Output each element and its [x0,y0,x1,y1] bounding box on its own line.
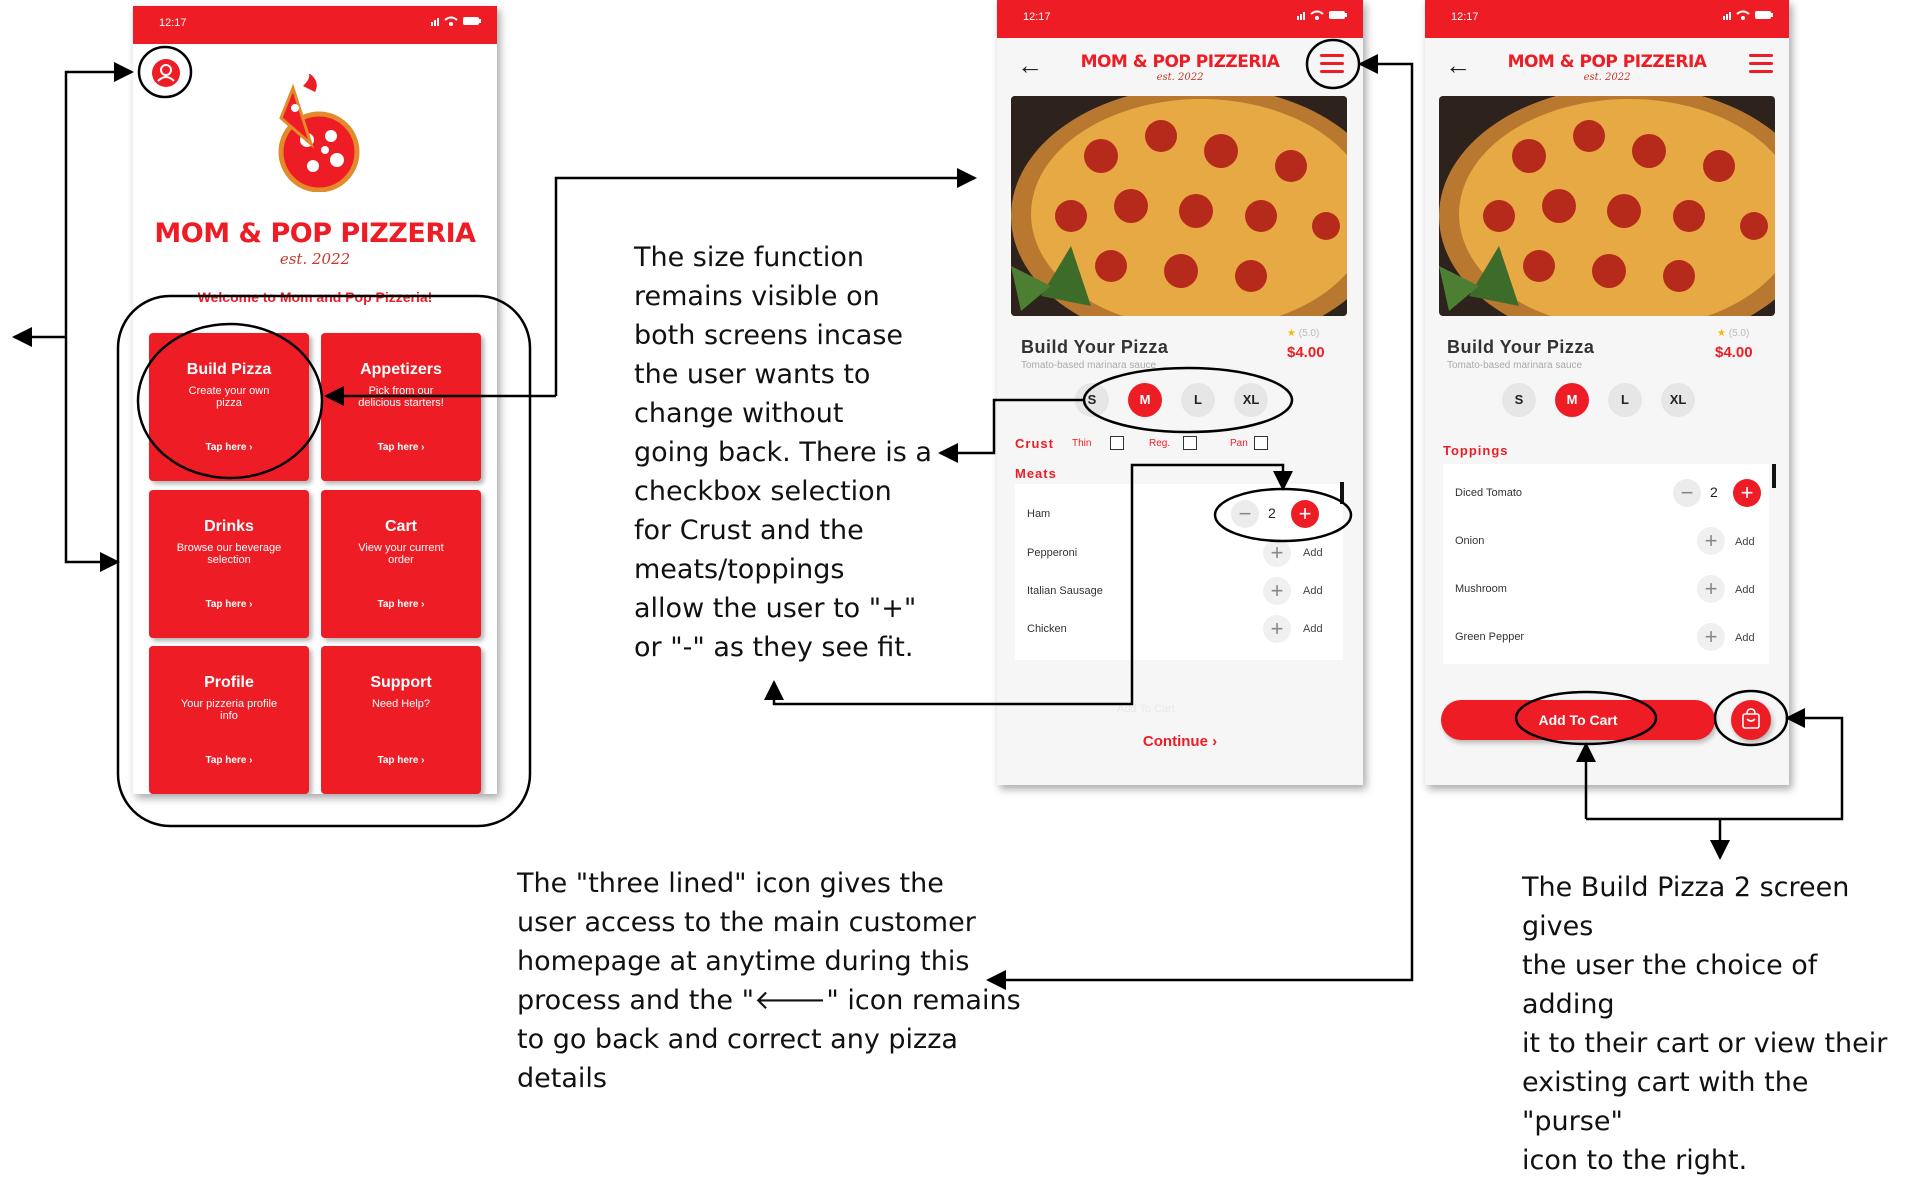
annotation-line: both screens incase [634,320,904,351]
build-pizza-highlight-ellipse [136,322,324,480]
cart-icon-highlight-ellipse [1713,689,1789,747]
annotation-line: checkbox selection [634,476,892,507]
annotation-line: existing cart with the "purse" [1522,1067,1809,1137]
annotation-line: to go back and correct any pizza [517,1024,958,1055]
annotation-line: for Crust and the [634,515,864,546]
annotation-line: it to their cart or view their [1522,1028,1888,1059]
add-to-cart-highlight-ellipse [1514,690,1658,746]
size-connector [938,398,1084,463]
annotation-line: meats/toppings [634,554,845,585]
cart-icon-connector [1586,708,1844,821]
annotation-line: change without [634,398,844,429]
annotation-line: remains visible on [634,281,880,312]
annotation-line: The "three lined" icon gives the [517,868,944,899]
annotation-line: allow the user to "+" [634,593,917,624]
annotation-line: icon to the right. [1522,1145,1748,1176]
home-left-bracket [64,62,134,572]
tiles-highlight-outline [116,294,532,828]
menu-highlight-ellipse [1305,38,1361,90]
cart-annotation: The Build Pizza 2 screen gives the user … [1522,868,1911,1180]
annotation-line: homepage at anytime during this [517,946,970,977]
annotation-line: going back. There is a [634,437,932,468]
annotation-line: the user the choice of adding [1522,950,1818,1020]
annotation-line: the user wants to [634,359,871,390]
menu-annotation: The "three lined" icon gives the user ac… [517,864,1021,1098]
size-highlight-ellipse [1082,366,1294,434]
size-annotation: The size function remains visible on bot… [634,238,932,667]
annotation-line: The size function [634,242,865,273]
annotation-line: or "-" as they see fit. [634,632,914,663]
profile-highlight-ellipse [137,45,193,99]
annotation-line: user access to the main customer [517,907,976,938]
annotation-line: process and the "🡐" icon remains [517,985,1021,1016]
stepper-highlight-ellipse [1213,487,1353,543]
annotation-line: The Build Pizza 2 screen gives [1522,872,1850,942]
annotation-line: details [517,1063,607,1094]
